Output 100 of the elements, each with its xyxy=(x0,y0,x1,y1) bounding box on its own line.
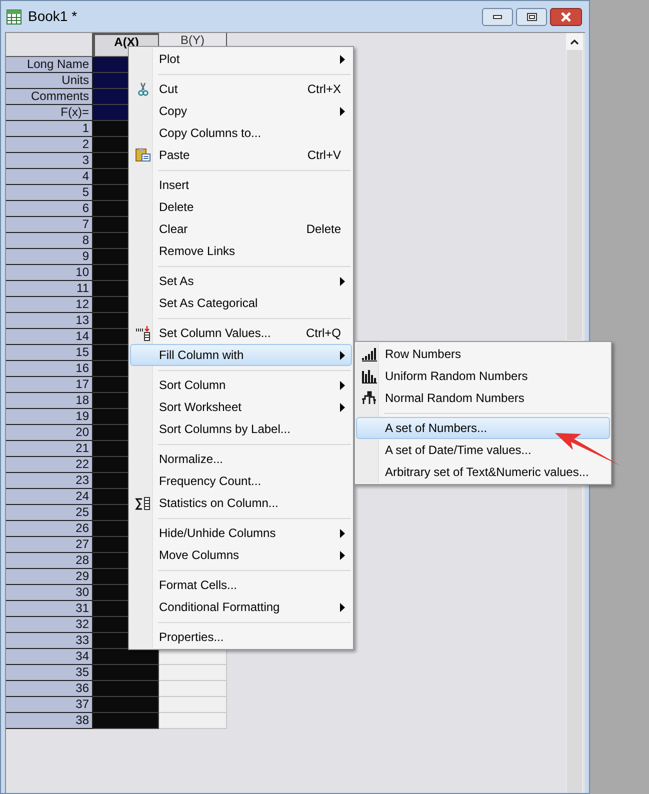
menu-item[interactable]: Frequency Count... xyxy=(130,470,352,492)
chevron-up-icon xyxy=(570,38,579,44)
menu-item[interactable]: Normal Random Numbers xyxy=(356,387,610,409)
row-header[interactable]: 37 xyxy=(6,697,93,713)
menu-item[interactable]: A set of Numbers... xyxy=(356,417,610,439)
row-header[interactable]: 4 xyxy=(6,169,93,185)
shortcut-text: Ctrl+Q xyxy=(306,325,342,342)
menu-item[interactable]: Delete xyxy=(130,196,352,218)
sigma-column-icon xyxy=(134,495,150,511)
maximize-button[interactable] xyxy=(516,8,547,26)
row-header[interactable]: 17 xyxy=(6,377,93,393)
menu-item[interactable]: Uniform Random Numbers xyxy=(356,365,610,387)
clipboard-icon xyxy=(134,147,150,163)
row-header[interactable]: Comments xyxy=(6,89,93,105)
row-header[interactable]: 7 xyxy=(6,217,93,233)
row-header[interactable]: 15 xyxy=(6,345,93,361)
menu-item[interactable]: Sort Column xyxy=(130,374,352,396)
row-header[interactable]: 19 xyxy=(6,409,93,425)
menu-item[interactable]: Cut Ctrl+X xyxy=(130,78,352,100)
shortcut-text: Delete xyxy=(306,221,342,238)
row-header[interactable]: 38 xyxy=(6,713,93,729)
row-header[interactable]: 5 xyxy=(6,185,93,201)
menu-item[interactable]: Format Cells... xyxy=(130,574,352,596)
row-header[interactable]: 24 xyxy=(6,489,93,505)
column-values-icon xyxy=(134,325,150,341)
menu-item[interactable]: Paste Ctrl+V xyxy=(130,144,352,166)
bar-chart-icon xyxy=(360,368,376,384)
shortcut-text: Ctrl+V xyxy=(307,147,342,164)
row-header[interactable]: 25 xyxy=(6,505,93,521)
table-cell xyxy=(159,697,227,713)
row-header[interactable]: 32 xyxy=(6,617,93,633)
row-header[interactable]: 9 xyxy=(6,249,93,265)
row-header[interactable]: 34 xyxy=(6,649,93,665)
row-header[interactable]: 6 xyxy=(6,201,93,217)
menu-item[interactable]: Set Column Values... Ctrl+Q xyxy=(130,322,352,344)
row-header[interactable]: 21 xyxy=(6,441,93,457)
menu-item[interactable]: Hide/Unhide Columns xyxy=(130,522,352,544)
row-header[interactable]: 27 xyxy=(6,537,93,553)
row-header[interactable]: Long Name xyxy=(6,57,93,73)
histogram-icon xyxy=(360,390,376,406)
menu-item[interactable]: Move Columns xyxy=(130,544,352,566)
menu-item[interactable]: Conditional Formatting xyxy=(130,596,352,618)
row-header[interactable]: 12 xyxy=(6,297,93,313)
row-header[interactable]: 1 xyxy=(6,121,93,137)
menu-item[interactable]: Arbitrary set of Text&Numeric values... xyxy=(356,461,610,483)
menu-item[interactable]: Row Numbers xyxy=(356,343,610,365)
table-cell xyxy=(159,713,227,729)
header-corner[interactable] xyxy=(6,33,93,57)
row-header[interactable]: 30 xyxy=(6,585,93,601)
row-header[interactable]: Units xyxy=(6,73,93,89)
menu-item[interactable]: Copy Columns to... xyxy=(130,122,352,144)
menu-item[interactable]: Copy xyxy=(130,100,352,122)
worksheet-icon xyxy=(6,8,22,24)
menu-item[interactable]: Set As Categorical xyxy=(130,292,352,314)
shortcut-text: Ctrl+X xyxy=(307,81,342,98)
row-header[interactable]: 22 xyxy=(6,457,93,473)
row-header[interactable]: 13 xyxy=(6,313,93,329)
scroll-up-button[interactable] xyxy=(566,33,583,50)
row-header[interactable]: 20 xyxy=(6,425,93,441)
close-icon xyxy=(560,12,572,22)
table-cell xyxy=(159,665,227,681)
row-header[interactable]: 33 xyxy=(6,633,93,649)
minimize-icon xyxy=(493,14,502,18)
row-header[interactable]: 11 xyxy=(6,281,93,297)
menu-item[interactable]: Properties... xyxy=(130,626,352,648)
table-cell xyxy=(93,713,159,729)
row-header[interactable]: 2 xyxy=(6,137,93,153)
table-cell xyxy=(93,697,159,713)
ascending-bars-icon xyxy=(360,346,376,362)
close-button[interactable] xyxy=(550,8,582,26)
row-header[interactable]: 26 xyxy=(6,521,93,537)
minimize-button[interactable] xyxy=(482,8,513,26)
row-header[interactable]: 23 xyxy=(6,473,93,489)
row-header[interactable]: 18 xyxy=(6,393,93,409)
menu-item[interactable]: Set As xyxy=(130,270,352,292)
row-header[interactable]: 31 xyxy=(6,601,93,617)
menu-item[interactable]: Statistics on Column... xyxy=(130,492,352,514)
menu-item[interactable]: A set of Date/Time values... xyxy=(356,439,610,461)
table-cell xyxy=(93,649,159,665)
row-header[interactable]: 8 xyxy=(6,233,93,249)
menu-item[interactable]: Sort Worksheet xyxy=(130,396,352,418)
row-header[interactable]: 14 xyxy=(6,329,93,345)
table-cell xyxy=(159,681,227,697)
row-header[interactable]: F(x)= xyxy=(6,105,93,121)
row-header[interactable]: 3 xyxy=(6,153,93,169)
row-header[interactable]: 16 xyxy=(6,361,93,377)
table-cell xyxy=(93,681,159,697)
menu-item[interactable]: Remove Links xyxy=(130,240,352,262)
window-title: Book1 * xyxy=(28,7,78,26)
menu-item[interactable]: Insert xyxy=(130,174,352,196)
menu-item[interactable]: Sort Columns by Label... xyxy=(130,418,352,440)
menu-item[interactable]: Clear Delete xyxy=(130,218,352,240)
menu-item[interactable]: Fill Column with xyxy=(130,344,352,366)
row-header[interactable]: 28 xyxy=(6,553,93,569)
row-header[interactable]: 29 xyxy=(6,569,93,585)
row-header[interactable]: 10 xyxy=(6,265,93,281)
maximize-icon xyxy=(526,12,536,20)
menu-item[interactable]: Normalize... xyxy=(130,448,352,470)
row-header[interactable]: 35 xyxy=(6,665,93,681)
row-header[interactable]: 36 xyxy=(6,681,93,697)
